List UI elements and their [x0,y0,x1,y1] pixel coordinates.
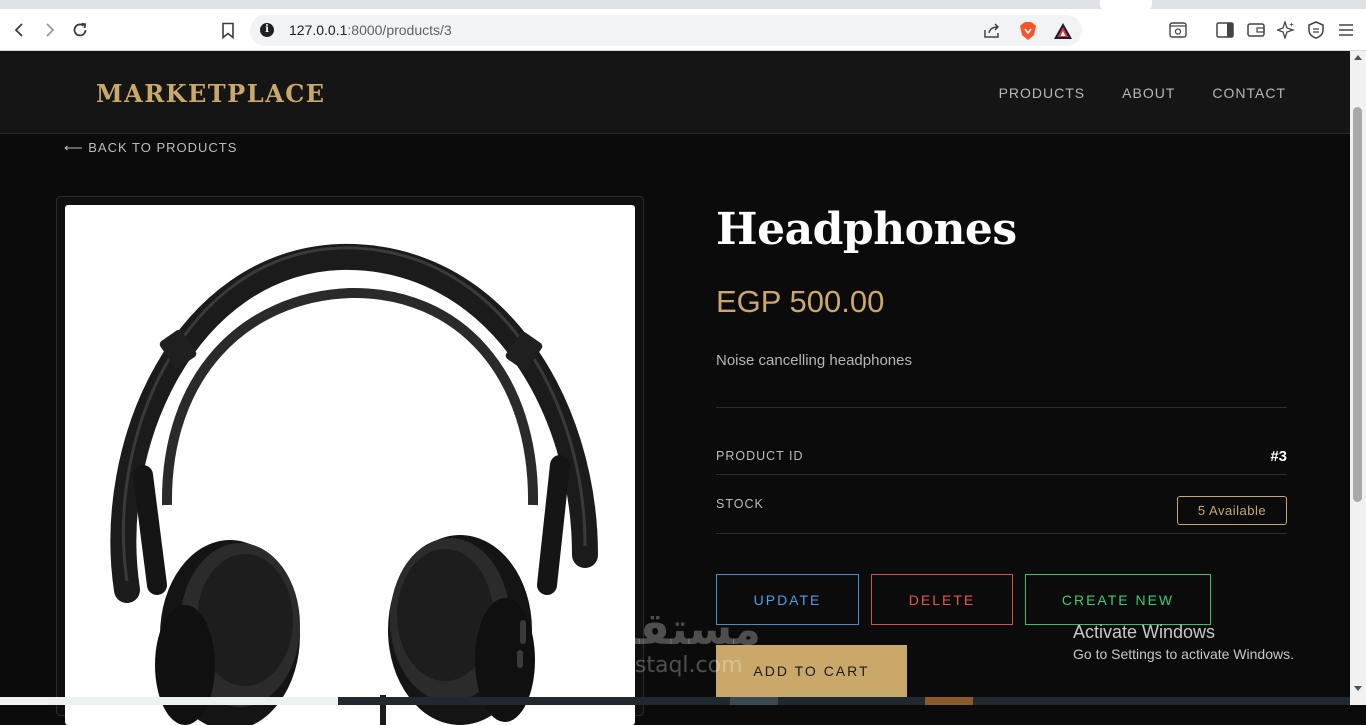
product-id-label: PRODUCT ID [716,449,804,463]
brave-shield-icon[interactable] [1018,21,1038,41]
site-info-icon[interactable]: i [260,23,274,37]
taskbar-item[interactable] [925,697,973,705]
mostaql-watermark: مستقل mostaql.com [600,606,761,678]
nav-about[interactable]: ABOUT [1122,85,1175,101]
taskbar-search[interactable] [48,697,338,705]
leo-ai-icon[interactable] [1274,18,1298,42]
scrollbar-thumb[interactable] [1353,107,1362,502]
product-image-frame [56,196,644,725]
stock-label: STOCK [716,497,764,511]
tab-strip [0,0,1366,9]
watermark-arabic: مستقل [600,604,761,655]
url-host: 127.0.0.1 [289,22,348,38]
product-image [65,205,635,725]
vpn-shield-icon[interactable] [1304,18,1328,42]
headphones-illustration [110,243,598,725]
activation-title: Activate Windows [1073,622,1216,642]
delete-button[interactable]: DELETE [871,574,1013,625]
windows-taskbar [0,697,1350,705]
product-title: Headphones [716,204,1017,255]
reload-icon[interactable] [68,18,92,42]
forward-arrow-icon[interactable] [37,18,61,42]
bookmark-icon[interactable] [216,18,240,42]
product-id-value: #3 [1270,448,1287,465]
back-to-products-link[interactable]: ⟵ BACK TO PRODUCTS [64,140,237,156]
url-path: :8000/products/3 [347,22,452,38]
taskbar-item[interactable] [730,697,778,705]
create-new-button[interactable]: CREATE NEW [1025,574,1211,625]
site-header: MARKETPLACE PRODUCTS ABOUT CONTACT [0,51,1350,134]
nav-products[interactable]: PRODUCTS [999,85,1086,101]
main-nav: PRODUCTS ABOUT CONTACT [999,85,1286,101]
taskbar-item[interactable] [0,697,48,705]
back-arrow-icon[interactable] [8,18,32,42]
page-search-icon[interactable] [1166,18,1190,42]
address-bar[interactable]: i 127.0.0.1:8000/products/3 [250,15,1082,46]
nav-contact[interactable]: CONTACT [1212,85,1286,101]
watermark-latin: mostaql.com [600,653,743,678]
menu-icon[interactable] [1334,18,1358,42]
divider [716,533,1287,534]
brave-rewards-icon[interactable] [1053,21,1073,41]
divider [716,407,1287,408]
divider [716,474,1287,475]
product-price: EGP 500.00 [716,284,885,319]
url-text[interactable]: 127.0.0.1:8000/products/3 [289,22,452,38]
wallet-icon[interactable] [1244,18,1268,42]
windows-activation-notice: Activate Windows Go to Settings to activ… [1073,622,1294,662]
activation-subtitle: Go to Settings to activate Windows. [1073,646,1294,662]
browser-toolbar: i 127.0.0.1:8000/products/3 [0,0,1366,51]
brand-logo[interactable]: MARKETPLACE [96,79,326,108]
page-scrollbar[interactable] [1350,51,1366,705]
scroll-down-arrow-icon[interactable] [1354,686,1362,691]
stock-badge: 5 Available [1177,496,1287,525]
product-description: Noise cancelling headphones [716,352,912,369]
scroll-up-arrow-icon[interactable] [1354,55,1362,60]
sidebar-icon[interactable] [1213,18,1237,42]
active-tab[interactable] [1100,0,1152,9]
share-icon[interactable] [982,21,1002,41]
